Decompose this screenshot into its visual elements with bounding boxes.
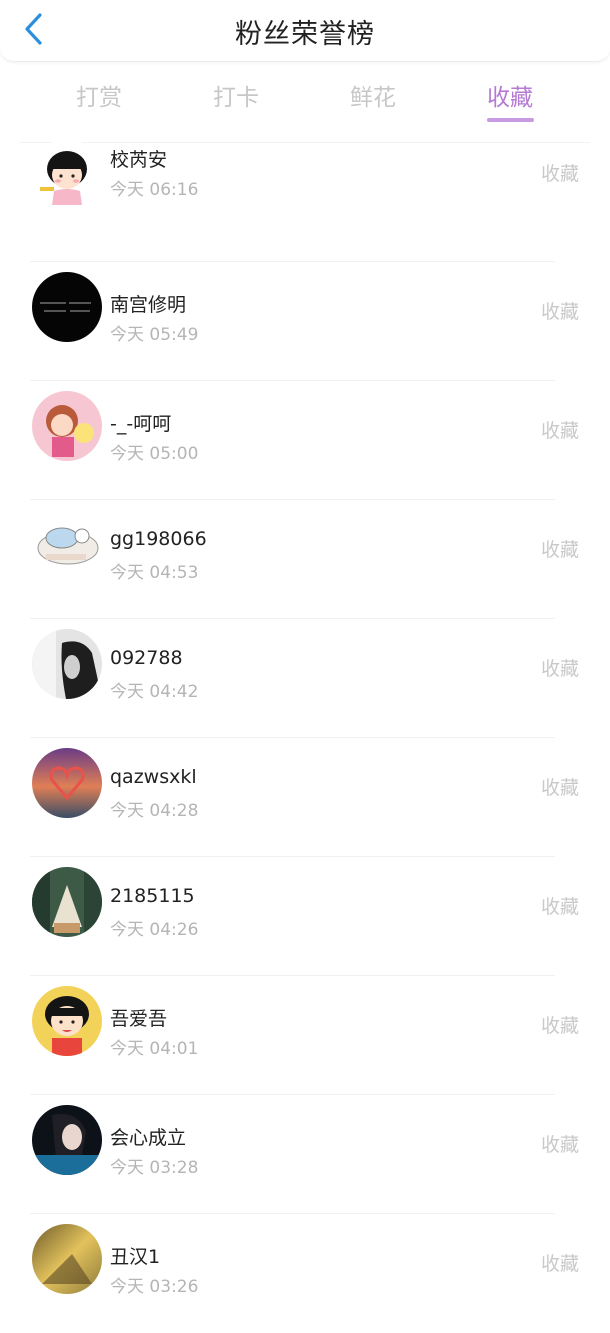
list-item[interactable]: qazwsxkl 今天 04:28 收藏 bbox=[0, 738, 610, 857]
favorite-label[interactable]: 收藏 bbox=[541, 654, 579, 681]
timestamp: 今天 03:26 bbox=[110, 1277, 199, 1297]
user-name: 校芮安 bbox=[110, 149, 168, 171]
user-name: gg198066 bbox=[110, 528, 207, 550]
timestamp: 今天 04:42 bbox=[110, 682, 199, 702]
timestamp: 今天 03:28 bbox=[110, 1158, 199, 1178]
tab-favorites[interactable]: 收藏 bbox=[460, 78, 560, 112]
list-item[interactable]: gg198066 今天 04:53 收藏 bbox=[0, 500, 610, 619]
timestamp: 今天 04:26 bbox=[110, 920, 199, 940]
user-name: 会心成立 bbox=[110, 1127, 187, 1149]
list-item[interactable]: 吾爱吾 今天 04:01 收藏 bbox=[0, 976, 610, 1095]
user-name: 2185115 bbox=[110, 885, 195, 907]
list-item[interactable]: 校芮安 今天 06:16 收藏 bbox=[0, 139, 610, 262]
avatar bbox=[32, 1224, 102, 1294]
tab-reward[interactable]: 打赏 bbox=[49, 78, 149, 112]
avatar bbox=[32, 1105, 102, 1175]
tab-bar: 打赏 打卡 鲜花 收藏 bbox=[0, 62, 610, 142]
favorite-label[interactable]: 收藏 bbox=[541, 535, 579, 562]
avatar bbox=[32, 391, 102, 461]
favorite-label[interactable]: 收藏 bbox=[541, 892, 579, 919]
tab-checkin[interactable]: 打卡 bbox=[186, 78, 286, 112]
timestamp: 今天 04:53 bbox=[110, 563, 199, 583]
avatar bbox=[32, 510, 102, 580]
favorite-label[interactable]: 收藏 bbox=[541, 159, 579, 186]
avatar bbox=[32, 139, 102, 209]
avatar bbox=[32, 748, 102, 818]
favorite-label[interactable]: 收藏 bbox=[541, 1249, 579, 1276]
user-name: 南宫修明 bbox=[110, 294, 187, 316]
list-item[interactable]: -_-呵呵 今天 05:00 收藏 bbox=[0, 381, 610, 500]
page-title: 粉丝荣誉榜 bbox=[235, 19, 375, 50]
tab-flowers[interactable]: 鲜花 bbox=[323, 78, 423, 112]
active-tab-indicator bbox=[487, 118, 534, 122]
avatar bbox=[32, 629, 102, 699]
timestamp: 今天 05:00 bbox=[110, 444, 199, 464]
user-name: 丑汉1 bbox=[110, 1246, 161, 1268]
avatar bbox=[32, 272, 102, 342]
timestamp: 今天 06:16 bbox=[110, 180, 199, 200]
list-item[interactable]: 南宫修明 今天 05:49 收藏 bbox=[0, 262, 610, 381]
favorite-label[interactable]: 收藏 bbox=[541, 297, 579, 324]
list-item[interactable]: 092788 今天 04:42 收藏 bbox=[0, 619, 610, 738]
timestamp: 今天 04:01 bbox=[110, 1039, 199, 1059]
user-name: 092788 bbox=[110, 647, 183, 669]
favorite-label[interactable]: 收藏 bbox=[541, 1011, 579, 1038]
favorite-label[interactable]: 收藏 bbox=[541, 1130, 579, 1157]
avatar bbox=[32, 986, 102, 1056]
avatar bbox=[32, 867, 102, 937]
fan-list: 校芮安 今天 06:16 收藏 南宫修明 今天 05:49 收藏 -_-呵呵 今… bbox=[0, 139, 610, 1333]
header-bar: 粉丝荣誉榜 bbox=[0, 0, 610, 62]
list-item[interactable]: 会心成立 今天 03:28 收藏 bbox=[0, 1095, 610, 1214]
favorite-label[interactable]: 收藏 bbox=[541, 773, 579, 800]
user-name: 吾爱吾 bbox=[110, 1008, 168, 1030]
list-item[interactable]: 2185115 今天 04:26 收藏 bbox=[0, 857, 610, 976]
favorite-label[interactable]: 收藏 bbox=[541, 416, 579, 443]
list-item[interactable]: 丑汉1 今天 03:26 收藏 bbox=[0, 1214, 610, 1333]
user-name: -_-呵呵 bbox=[110, 413, 172, 435]
user-name: qazwsxkl bbox=[110, 766, 197, 788]
timestamp: 今天 05:49 bbox=[110, 325, 199, 345]
timestamp: 今天 04:28 bbox=[110, 801, 199, 821]
